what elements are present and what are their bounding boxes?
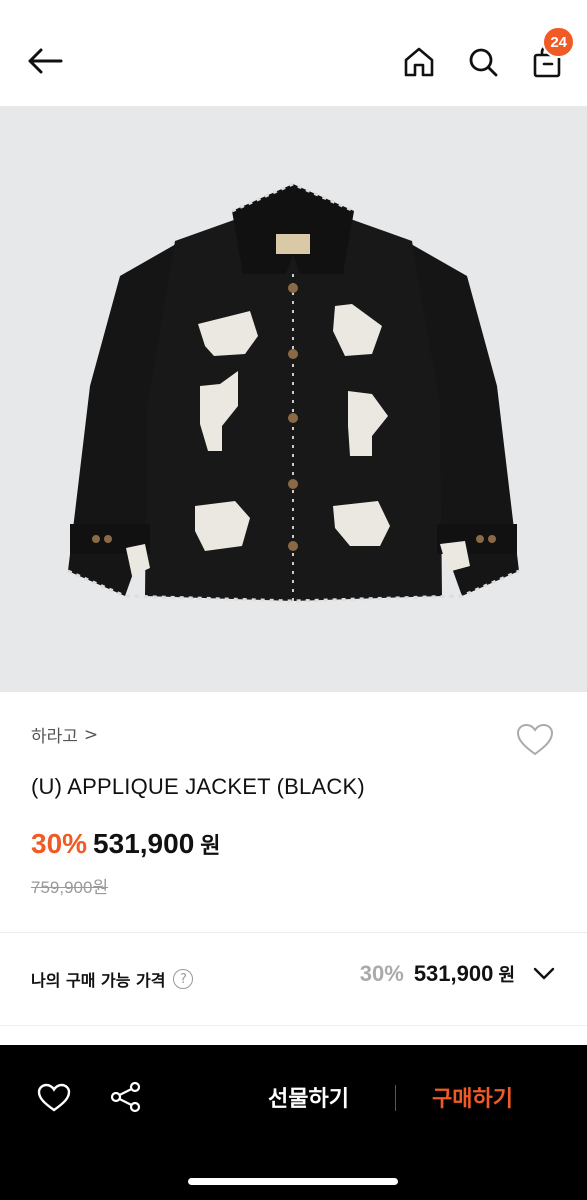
my-price-row[interactable]: 나의 구매 가능 가격 ? 30% 531,900 원 [0,933,587,1025]
arrow-left-icon [28,48,63,74]
chevron-right-icon: > [83,724,99,745]
my-price-value-group: 30% 531,900 원 [360,961,557,987]
my-price-label-group: 나의 구매 가능 가격 ? [31,967,194,991]
heart-outline-icon [516,723,554,756]
home-button[interactable] [397,40,441,84]
section-spacer [0,1025,587,1045]
buy-button[interactable]: 구매하기 [432,1081,513,1113]
bottom-wishlist-button[interactable] [36,1081,72,1115]
home-icon [404,47,434,77]
cart-count-badge: 24 [542,26,575,58]
discount-rate: 30% [31,828,88,859]
share-button[interactable] [108,1079,144,1115]
gift-button[interactable]: 선물하기 [268,1081,349,1113]
brand-link[interactable]: 하라고 > [31,722,99,748]
brand-name: 하라고 [31,727,78,747]
bottom-action-bar: 선물하기 구매하기 [0,1045,587,1200]
top-navigation-bar: 24 [0,0,587,106]
price-row: 30% 531,900 원 [31,828,221,860]
my-price-amount: 531,900 원 [413,961,515,986]
product-info: 하라고 > (U) APPLIQUE JACKET (BLACK) 30% 53… [0,692,587,932]
jacket-illustration [67,182,520,603]
my-price-label: 나의 구매 가능 가격 [31,971,166,990]
home-indicator [188,1178,398,1185]
share-icon [110,1081,141,1113]
my-price-discount: 30% [359,961,404,986]
search-button[interactable] [461,40,505,84]
original-price: 759,900원 [31,878,109,897]
back-button[interactable] [26,44,64,78]
chevron-down-icon[interactable] [531,961,557,987]
action-separator [395,1085,396,1111]
sale-price: 531,900 [93,828,195,859]
price-unit: 원 [200,834,221,859]
help-icon[interactable]: ? [173,969,194,989]
product-image[interactable] [0,106,587,692]
heart-icon [37,1083,71,1112]
wishlist-button[interactable] [515,722,555,758]
product-title: (U) APPLIQUE JACKET (BLACK) [31,774,365,799]
cart-button[interactable]: 24 [525,26,575,84]
search-icon [469,48,498,77]
